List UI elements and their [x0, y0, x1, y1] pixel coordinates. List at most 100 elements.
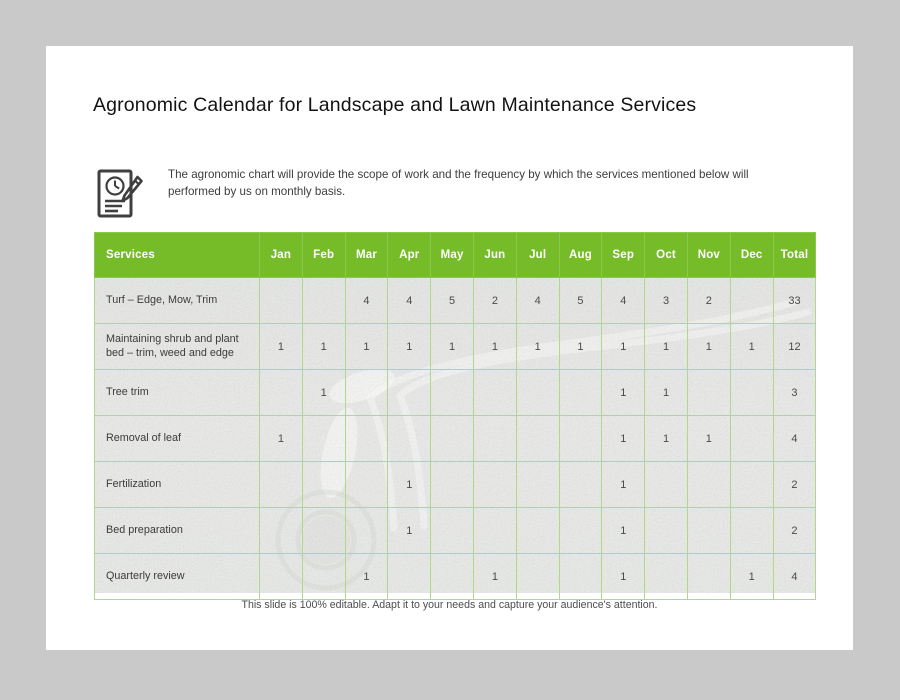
service-label: Removal of leaf: [94, 415, 260, 462]
cell-sep: 1: [601, 507, 646, 554]
cell-jan: [259, 369, 303, 416]
cell-may: [430, 507, 474, 554]
cell-total: 12: [772, 323, 817, 370]
table-row: Bed preparation 1 1 2: [94, 507, 817, 554]
cell-jun: [472, 507, 517, 554]
cell-jul: [515, 461, 560, 508]
slide-footer-note: This slide is 100% editable. Adapt it to…: [241, 599, 658, 611]
cell-aug: [558, 415, 603, 462]
cell-aug: 5: [558, 277, 603, 324]
column-header-feb: Feb: [301, 232, 346, 278]
cell-oct: [644, 553, 688, 600]
cell-total: 2: [772, 461, 817, 508]
column-header-jun: Jun: [472, 232, 517, 278]
agronomic-calendar-table: Services Jan Feb Mar Apr May Jun Jul Aug…: [94, 232, 817, 600]
column-header-apr: Apr: [387, 232, 432, 278]
cell-sep: 1: [601, 369, 646, 416]
cell-dec: [729, 461, 774, 508]
cell-nov: [686, 507, 731, 554]
cell-mar: [344, 461, 389, 508]
cell-mar: 1: [344, 323, 389, 370]
cell-aug: 1: [558, 323, 603, 370]
cell-jan: 1: [259, 415, 303, 462]
table-header-row: Services Jan Feb Mar Apr May Jun Jul Aug…: [94, 232, 817, 278]
table-row: Turf – Edge, Mow, Trim 4 4 5 2 4 5 4 3 2…: [94, 277, 817, 324]
cell-oct: 1: [644, 323, 688, 370]
cell-apr: [387, 415, 432, 462]
column-header-dec: Dec: [729, 232, 774, 278]
cell-apr: 1: [387, 323, 432, 370]
column-header-jan: Jan: [259, 232, 303, 278]
cell-aug: [558, 553, 603, 600]
table-row: Removal of leaf 1 1 1 1 4: [94, 415, 817, 462]
cell-jul: 1: [515, 323, 560, 370]
cell-sep: 1: [601, 461, 646, 508]
cell-sep: 1: [601, 553, 646, 600]
cell-jul: [515, 553, 560, 600]
cell-dec: [729, 277, 774, 324]
cell-nov: 1: [686, 415, 731, 462]
cell-mar: 4: [344, 277, 389, 324]
cell-jun: 1: [472, 323, 517, 370]
cell-feb: 1: [301, 369, 346, 416]
cell-feb: [301, 507, 346, 554]
cell-jun: [472, 461, 517, 508]
column-header-aug: Aug: [558, 232, 603, 278]
cell-apr: 4: [387, 277, 432, 324]
cell-jul: 4: [515, 277, 560, 324]
cell-dec: 1: [729, 553, 774, 600]
cell-may: [430, 369, 474, 416]
service-label: Turf – Edge, Mow, Trim: [94, 277, 260, 324]
cell-nov: [686, 461, 731, 508]
cell-feb: [301, 461, 346, 508]
column-header-may: May: [430, 232, 474, 278]
cell-aug: [558, 507, 603, 554]
cell-jan: [259, 553, 303, 600]
cell-total: 2: [772, 507, 817, 554]
column-header-total: Total: [772, 232, 817, 278]
cell-nov: [686, 553, 731, 600]
table-row: Maintaining shrub and plant bed – trim, …: [94, 323, 817, 370]
cell-sep: 1: [601, 323, 646, 370]
cell-total: 3: [772, 369, 817, 416]
table-row: Quarterly review 1 1 1 1 4: [94, 553, 817, 600]
cell-dec: 1: [729, 323, 774, 370]
cell-oct: [644, 461, 688, 508]
cell-feb: [301, 553, 346, 600]
cell-total: 4: [772, 553, 817, 600]
table-row: Tree trim 1 1 1 3: [94, 369, 817, 416]
cell-jan: 1: [259, 323, 303, 370]
service-label: Maintaining shrub and plant bed – trim, …: [94, 323, 260, 370]
page-title: Agronomic Calendar for Landscape and Law…: [93, 94, 697, 116]
cell-aug: [558, 461, 603, 508]
cell-may: [430, 553, 474, 600]
column-header-oct: Oct: [644, 232, 688, 278]
calendar-table-container: Services Jan Feb Mar Apr May Jun Jul Aug…: [94, 232, 817, 600]
cell-jun: 2: [472, 277, 517, 324]
column-header-nov: Nov: [686, 232, 731, 278]
cell-jul: [515, 369, 560, 416]
service-label: Quarterly review: [94, 553, 260, 600]
column-header-services: Services: [94, 232, 260, 278]
cell-feb: [301, 277, 346, 324]
cell-jul: [515, 415, 560, 462]
cell-dec: [729, 369, 774, 416]
intro-block: The agronomic chart will provide the sco…: [96, 166, 836, 220]
slide-canvas: Agronomic Calendar for Landscape and Law…: [46, 46, 853, 650]
cell-total: 33: [772, 277, 817, 324]
cell-may: [430, 461, 474, 508]
column-header-sep: Sep: [601, 232, 646, 278]
cell-dec: [729, 507, 774, 554]
cell-sep: 1: [601, 415, 646, 462]
cell-jun: [472, 369, 517, 416]
cell-mar: [344, 415, 389, 462]
cell-nov: [686, 369, 731, 416]
cell-mar: [344, 507, 389, 554]
cell-oct: 1: [644, 415, 688, 462]
cell-oct: 1: [644, 369, 688, 416]
service-label: Fertilization: [94, 461, 260, 508]
column-header-jul: Jul: [515, 232, 560, 278]
cell-mar: 1: [344, 553, 389, 600]
cell-may: 1: [430, 323, 474, 370]
cell-sep: 4: [601, 277, 646, 324]
